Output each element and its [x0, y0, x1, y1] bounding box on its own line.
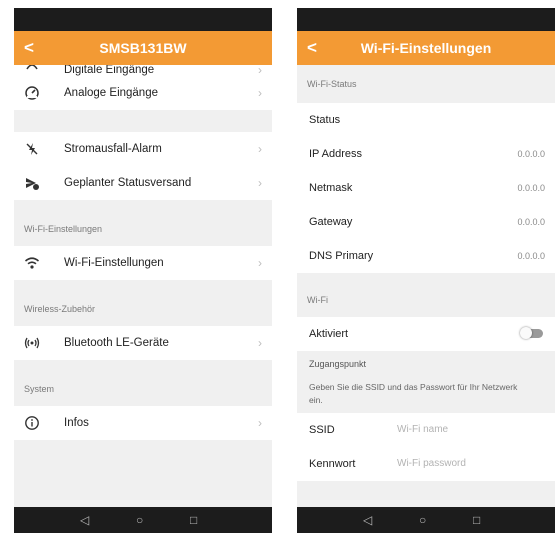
- page-title: SMSB131BW: [99, 40, 187, 56]
- chevron-right-icon: ›: [258, 336, 262, 350]
- dns-primary-row: DNS Primary 0.0.0.0: [297, 239, 555, 273]
- menu-item-bluetooth-le[interactable]: Bluetooth LE-Geräte ›: [14, 326, 272, 360]
- password-input[interactable]: Wi-Fi password: [397, 447, 466, 481]
- section-header-wireless: Wireless-Zubehör: [14, 292, 272, 326]
- gateway-value: 0.0.0.0: [517, 217, 545, 227]
- left-screen: < SMSB131BW Digitale Eingänge › Analoge …: [14, 8, 272, 533]
- gauge-icon: [24, 85, 40, 101]
- navigation-bar: ◁ ○ □: [14, 507, 272, 533]
- menu-item-digital-inputs[interactable]: Digitale Eingänge ›: [14, 65, 272, 76]
- scheduled-send-icon: [24, 175, 40, 191]
- nav-home-icon[interactable]: ○: [419, 507, 426, 533]
- netmask-row: Netmask 0.0.0.0: [297, 171, 555, 205]
- ssid-row[interactable]: SSID Wi-Fi name: [297, 413, 555, 447]
- access-point-description: Geben Sie die SSID und das Passwort für …: [309, 382, 518, 405]
- section-header-wifi: Wi-Fi-Einstellungen: [14, 212, 272, 246]
- password-row[interactable]: Kennwort Wi-Fi password: [297, 447, 555, 481]
- app-bar: < Wi-Fi-Einstellungen: [297, 31, 555, 65]
- digital-input-icon: [24, 65, 40, 75]
- wireless-icon: [24, 335, 40, 351]
- no-power-icon: [24, 141, 40, 157]
- navigation-bar: ◁ ○ □: [297, 507, 555, 533]
- nav-recents-icon[interactable]: □: [473, 507, 480, 533]
- app-bar: < SMSB131BW: [14, 31, 272, 65]
- page-title: Wi-Fi-Einstellungen: [360, 40, 492, 56]
- status-bar: [14, 8, 272, 31]
- nav-back-icon[interactable]: ◁: [363, 507, 372, 533]
- access-point-section: Zugangspunkt Geben Sie die SSID und das …: [297, 351, 555, 413]
- access-point-title: Zugangspunkt: [309, 359, 367, 369]
- menu-item-scheduled-status[interactable]: Geplanter Statusversand ›: [14, 166, 272, 200]
- toggle-knob: [520, 327, 532, 339]
- ip-address-value: 0.0.0.0: [517, 149, 545, 159]
- nav-back-icon[interactable]: ◁: [80, 507, 89, 533]
- menu-item-label: Geplanter Statusversand: [64, 177, 192, 189]
- nav-recents-icon[interactable]: □: [190, 507, 197, 533]
- ip-address-row: IP Address 0.0.0.0: [297, 137, 555, 171]
- chevron-right-icon: ›: [258, 416, 262, 430]
- ssid-input[interactable]: Wi-Fi name: [397, 413, 448, 447]
- section-header-system: System: [14, 372, 272, 406]
- menu-item-label: Bluetooth LE-Geräte: [64, 337, 169, 349]
- menu-item-label: Wi-Fi-Einstellungen: [64, 257, 164, 269]
- wifi-enabled-toggle[interactable]: [520, 327, 543, 339]
- menu-item-label: Infos: [64, 417, 89, 429]
- info-icon: [24, 415, 40, 431]
- menu-item-analog-inputs[interactable]: Analoge Eingänge ›: [14, 76, 272, 110]
- gateway-row: Gateway 0.0.0.0: [297, 205, 555, 239]
- netmask-value: 0.0.0.0: [517, 183, 545, 193]
- dns-primary-value: 0.0.0.0: [517, 251, 545, 261]
- chevron-right-icon: ›: [258, 256, 262, 270]
- chevron-right-icon: ›: [258, 142, 262, 156]
- menu-item-label: Stromausfall-Alarm: [64, 143, 162, 155]
- status-bar: [297, 8, 555, 31]
- right-screen: < Wi-Fi-Einstellungen Wi-Fi-Status Statu…: [297, 8, 555, 533]
- menu-item-wifi-settings[interactable]: Wi-Fi-Einstellungen ›: [14, 246, 272, 280]
- menu-item-power-failure-alarm[interactable]: Stromausfall-Alarm ›: [14, 132, 272, 166]
- wifi-icon: [24, 255, 40, 271]
- chevron-right-icon: ›: [258, 86, 262, 100]
- wifi-enabled-row[interactable]: Aktiviert: [297, 317, 555, 351]
- menu-item-label: Analoge Eingänge: [64, 87, 158, 99]
- status-row: Status: [297, 103, 555, 137]
- chevron-right-icon: ›: [258, 176, 262, 190]
- section-header-wifi: Wi-Fi: [297, 273, 555, 317]
- section-header-wifi-status: Wi-Fi-Status: [297, 65, 555, 103]
- nav-home-icon[interactable]: ○: [136, 507, 143, 533]
- spacer: [14, 110, 272, 132]
- menu-item-info[interactable]: Infos ›: [14, 406, 272, 440]
- chevron-right-icon: ›: [258, 65, 262, 76]
